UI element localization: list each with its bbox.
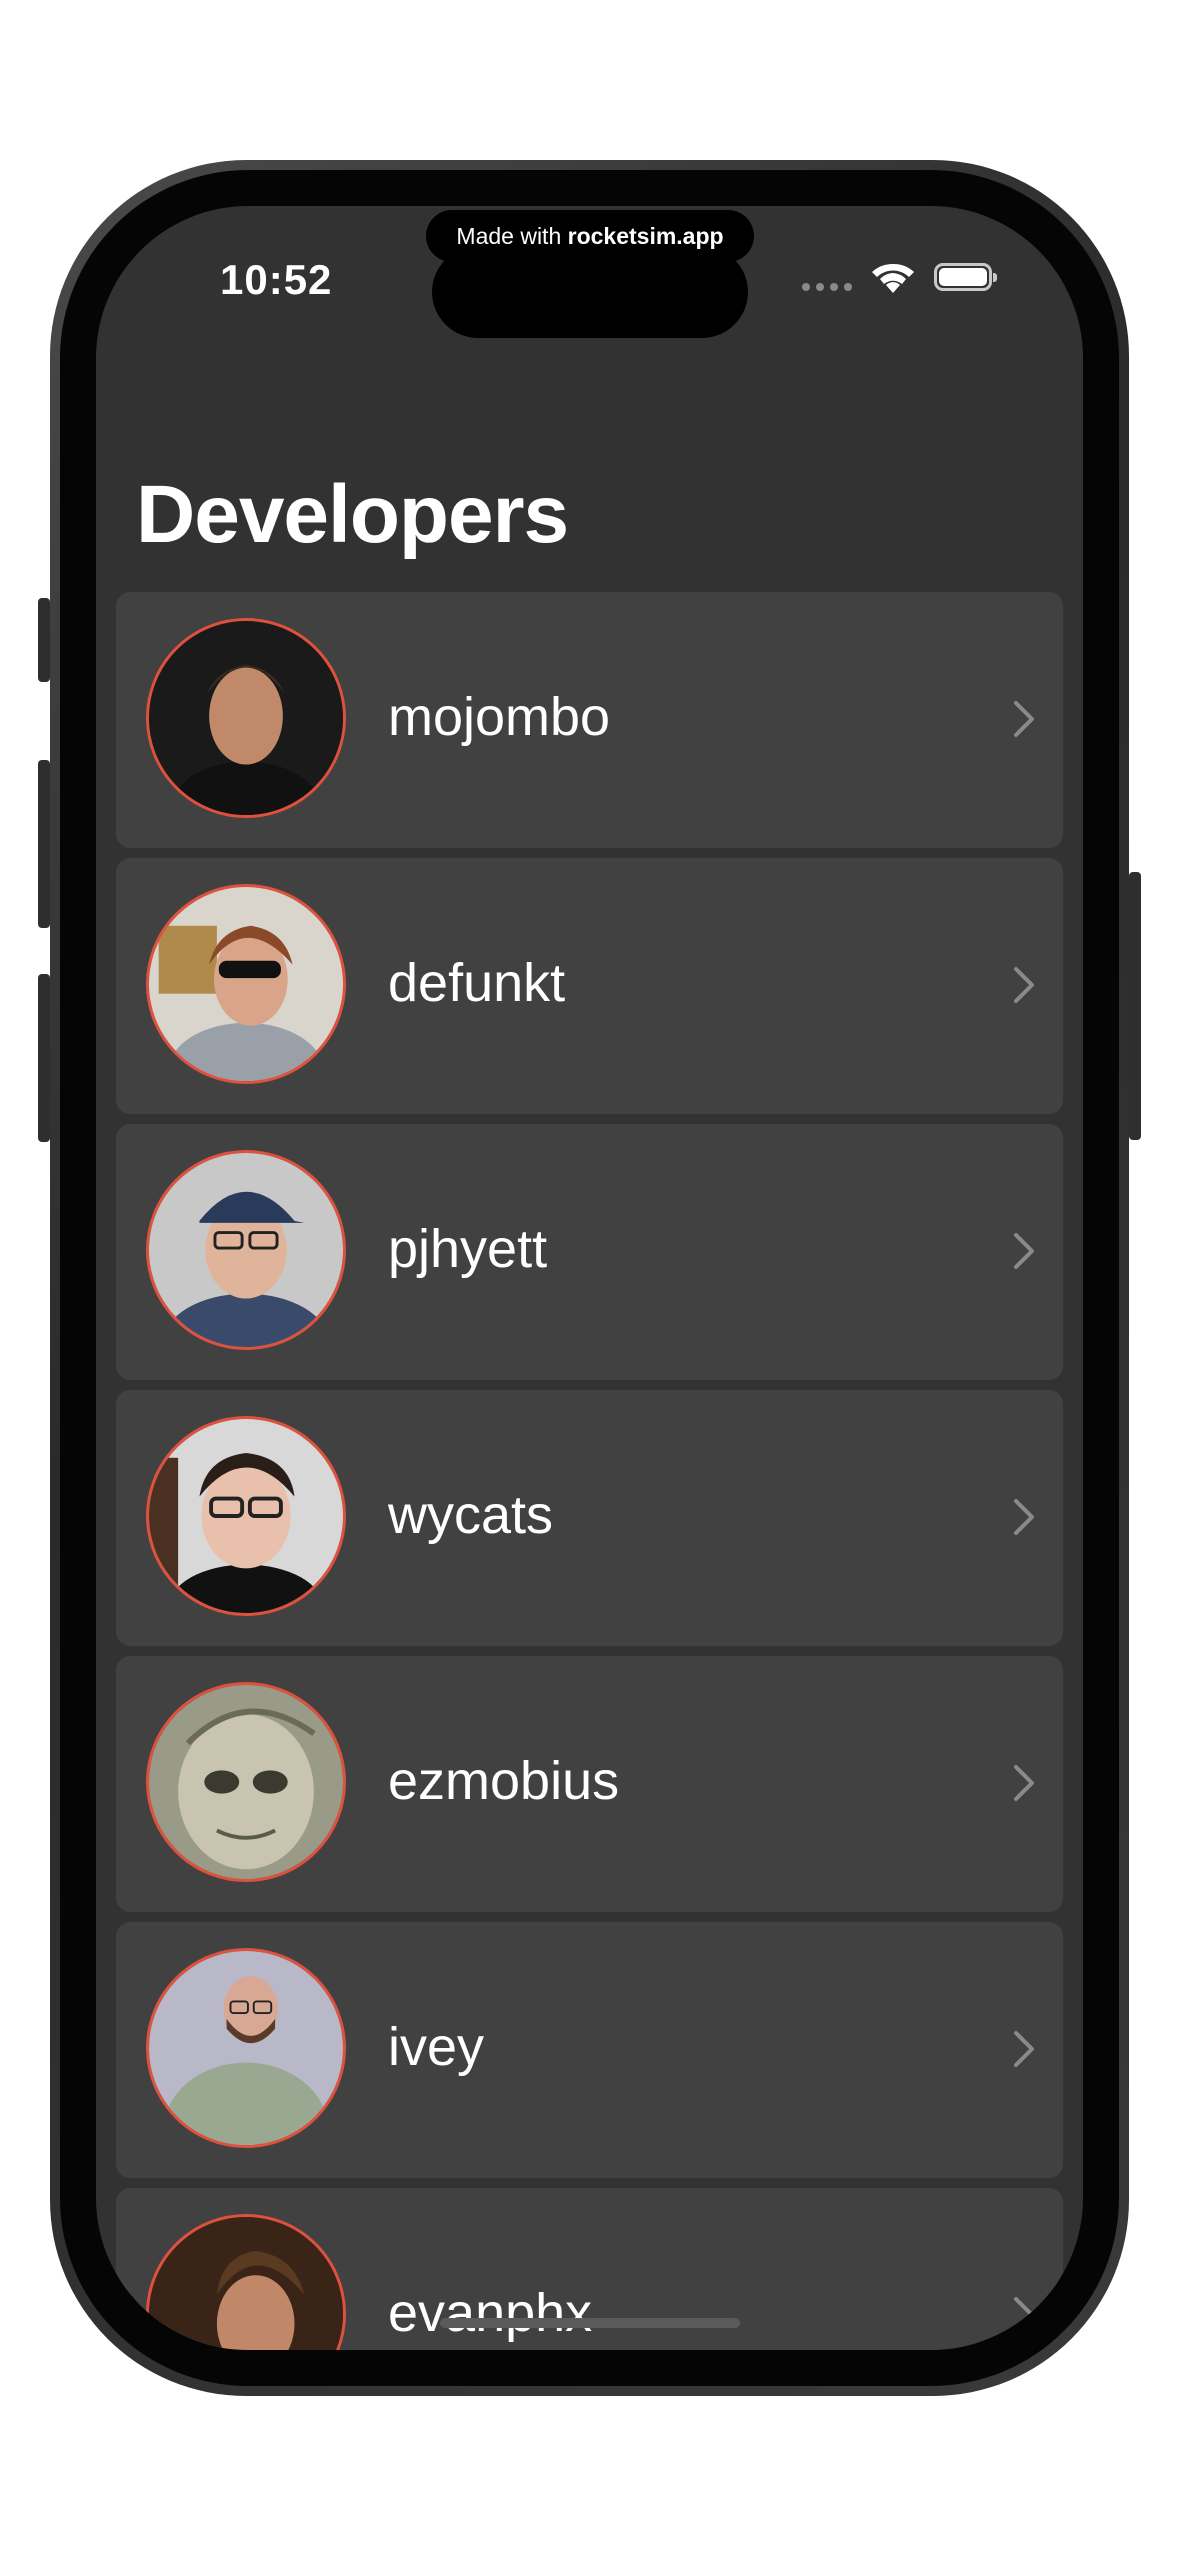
chevron-right-icon xyxy=(1014,1499,1034,1535)
power-button xyxy=(1129,872,1141,1140)
cellular-signal-icon xyxy=(802,283,852,291)
avatar xyxy=(146,1948,346,2148)
mute-switch xyxy=(38,598,50,682)
chevron-right-icon xyxy=(1014,2297,1034,2333)
developer-row[interactable]: defunkt xyxy=(116,858,1063,1114)
avatar xyxy=(146,618,346,818)
developer-row[interactable]: pjhyett xyxy=(116,1124,1063,1380)
made-with-brand: rocketsim.app xyxy=(567,223,724,249)
battery-icon xyxy=(934,263,997,291)
volume-up-button xyxy=(38,760,50,928)
avatar xyxy=(146,1682,346,1882)
avatar xyxy=(146,1416,346,1616)
developer-name: wycats xyxy=(388,1485,554,1545)
status-time: 10:52 xyxy=(220,256,333,303)
developer-row[interactable]: ivey xyxy=(116,1922,1063,2178)
developer-name: pjhyett xyxy=(388,1219,548,1279)
avatar xyxy=(146,2214,346,2350)
chevron-right-icon xyxy=(1014,967,1034,1003)
developer-name: mojombo xyxy=(388,687,611,747)
made-with-banner: Made with rocketsim.app xyxy=(426,210,754,262)
wifi-icon xyxy=(872,263,914,293)
developer-name: ivey xyxy=(388,2017,485,2077)
developer-list[interactable]: mojombo defunkt pjhyett wycats ezmobius … xyxy=(116,592,1063,2350)
chevron-right-icon xyxy=(1014,1233,1034,1269)
developer-name: ezmobius xyxy=(388,1751,620,1811)
volume-down-button xyxy=(38,974,50,1142)
avatar xyxy=(146,1150,346,1350)
developer-row[interactable]: ezmobius xyxy=(116,1656,1063,1912)
screen: 10:52 Made with rocketsim.app Developers… xyxy=(96,206,1083,2350)
developer-name: defunkt xyxy=(388,953,566,1013)
home-indicator[interactable] xyxy=(440,2318,740,2328)
avatar xyxy=(146,884,346,1084)
chevron-right-icon xyxy=(1014,2031,1034,2067)
chevron-right-icon xyxy=(1014,1765,1034,1801)
developer-name: evanphx xyxy=(388,2283,593,2343)
developer-row[interactable]: mojombo xyxy=(116,592,1063,848)
page-title: Developers xyxy=(136,469,569,560)
developer-row[interactable]: wycats xyxy=(116,1390,1063,1646)
made-with-prefix: Made with xyxy=(456,223,568,249)
chevron-right-icon xyxy=(1014,701,1034,737)
